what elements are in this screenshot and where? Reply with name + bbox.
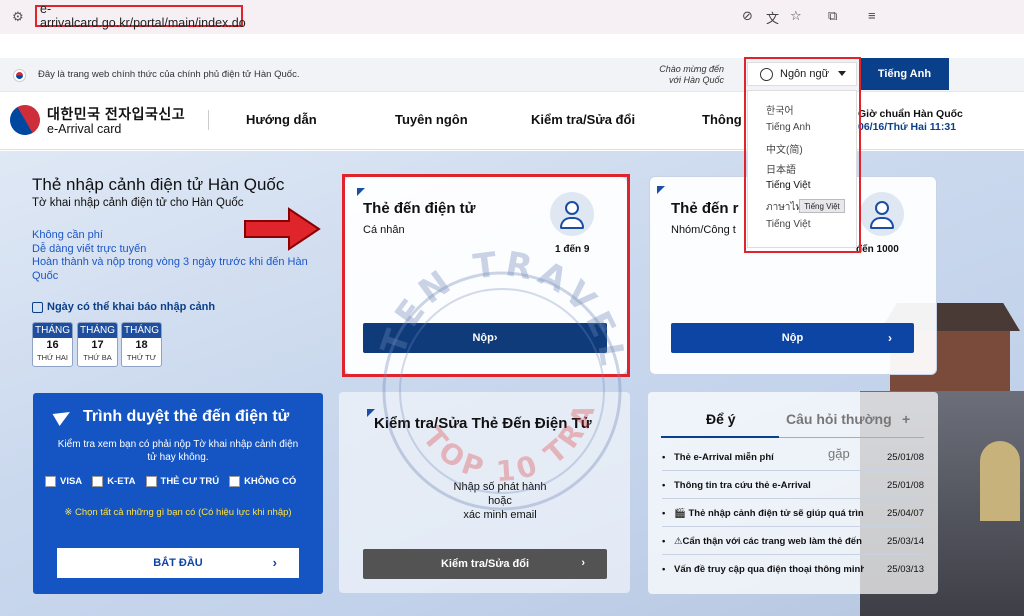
notice-item[interactable]: • ⚠Cẩn thận với các trang web làm thẻ đến… <box>662 536 924 550</box>
tab-divider <box>779 437 924 438</box>
group-card-title: Thẻ đến r <box>671 200 739 217</box>
individual-count: 1 đến 9 <box>555 244 590 255</box>
welcome-text: Chào mừng đến với Hàn Quốc <box>659 64 724 85</box>
hero-title: Thẻ nhập cảnh điện tử Hàn Quốc <box>32 175 285 194</box>
checker-title: Trình duyệt thẻ đến điện tử <box>83 408 290 425</box>
checkbox[interactable] <box>92 476 104 487</box>
nav-guide[interactable]: Hướng dẫn <box>246 112 317 127</box>
check-modify-button[interactable]: Kiểm tra/Sửa đổi › <box>363 549 607 579</box>
date-chip: THÁNG 17 THỨ BA <box>77 322 118 367</box>
browser-toolbar: ⚙ e-arrivalcard.go.kr/portal/main/index.… <box>0 0 1024 34</box>
chevron-right-icon: › <box>581 557 585 569</box>
chevron-right-icon: › <box>272 555 277 570</box>
reading-list-icon[interactable]: ≡ <box>868 8 876 23</box>
notice-item[interactable]: • Thẻ e-Arrival miễn phí 25/01/08 <box>662 452 924 466</box>
notice-item[interactable]: • Vấn đề truy cập qua điện thoại thông mi… <box>662 564 924 578</box>
option-keta[interactable]: K-ETA <box>92 476 136 487</box>
submit-group-button[interactable]: Nộp › <box>671 323 914 353</box>
hero-subtitle: Tờ khai nhập cảnh điện tử cho Hàn Quốc <box>32 197 244 209</box>
chevron-right-icon: › <box>493 332 498 344</box>
korea-standard-time: Giờ chuẩn Hàn Quốc 06/16/Thứ Hai 11:31 <box>858 108 963 133</box>
logo-divider <box>208 110 209 130</box>
bookmark-star-icon[interactable]: ☆ <box>790 8 802 24</box>
calendar-icon <box>32 301 43 313</box>
group-icon <box>860 192 904 236</box>
group-count: đến 1000 <box>856 244 899 255</box>
nav-notice[interactable]: Thông <box>702 112 742 127</box>
start-button[interactable]: BẮT ĐẦU › <box>57 548 299 578</box>
point-deadline: Hoàn thành và nộp trong vòng 3 ngày trướ… <box>32 256 308 282</box>
checkbox[interactable] <box>145 476 157 487</box>
language-highlight-box <box>744 57 861 253</box>
group-card-subtitle: Nhóm/Công t <box>671 224 736 236</box>
official-notice: Đây là trang web chính thức của chính ph… <box>38 69 300 80</box>
no-camera-icon[interactable]: ⊘ <box>742 8 753 24</box>
logo-english-text[interactable]: e-Arrival card <box>47 122 121 136</box>
current-language-button[interactable]: Tiếng Anh <box>860 58 949 90</box>
date-chip: THÁNG 18 THỨ TƯ <box>121 322 162 367</box>
declaration-dates-label: Ngày có thể khai báo nhập cảnh <box>32 301 215 313</box>
korea-flag-icon <box>13 69 26 82</box>
tab-notice[interactable]: Để ý <box>706 411 736 427</box>
checker-options: VISA K-ETA THẺ CƯ TRÚ KHÔNG CÓ <box>45 476 296 487</box>
checkbox[interactable] <box>45 476 56 487</box>
modify-title: Kiểm tra/Sửa Thẻ Đến Điện Tử <box>374 415 592 432</box>
option-residence-card[interactable]: THẺ CƯ TRÚ <box>145 476 219 487</box>
option-none[interactable]: KHÔNG CÓ <box>229 476 296 487</box>
corner-mark <box>657 186 665 194</box>
date-chip: THÁNG 16 THỨ HAI <box>32 322 73 367</box>
faq-more-plus-icon[interactable]: + <box>902 411 910 427</box>
individual-card-title: Thẻ đến điện tử <box>363 200 476 217</box>
paper-plane-icon <box>52 405 74 427</box>
translate-icon[interactable]: 文 <box>766 8 779 27</box>
site-settings-icon[interactable]: ⚙ <box>12 9 28 25</box>
logo-korean-text[interactable]: 대한민국 전자입국신고 <box>47 104 185 124</box>
submit-individual-button[interactable]: Nộp › <box>363 323 607 353</box>
person-icon <box>550 192 594 236</box>
url-text: e-arrivalcard.go.kr/portal/main/index.do <box>40 2 246 30</box>
annotation-arrow-icon <box>244 207 321 251</box>
arrival-card-checker: Trình duyệt thẻ đến điện tử Kiểm tra xem… <box>33 393 323 594</box>
checkbox[interactable] <box>229 476 241 487</box>
notice-item[interactable]: • 🎬 Thẻ nhập cảnh điện tử sẽ giúp quá trì… <box>662 508 924 522</box>
corner-mark <box>357 188 365 196</box>
chevron-right-icon: › <box>888 331 892 345</box>
modify-instructions: Nhập số phát hành hoặc xác minh email <box>453 481 547 521</box>
checker-description: Kiểm tra xem bạn có phải nộp Tờ khai nhậ… <box>57 439 299 463</box>
individual-card-subtitle: Cá nhân <box>363 224 405 236</box>
nav-check-modify[interactable]: Kiểm tra/Sửa đổi <box>531 112 635 127</box>
notice-item[interactable]: • Thông tin tra cứu thẻ e-Arrival 25/01/08 <box>662 480 924 494</box>
tab-faq[interactable]: Câu hỏi thường <box>786 411 892 427</box>
active-tab-underline <box>661 436 779 438</box>
extensions-icon[interactable]: ⧉ <box>828 8 837 24</box>
option-visa[interactable]: VISA <box>45 476 82 487</box>
checker-note: ※ Chọn tất cả những gì bạn có (Có hiệu l… <box>64 507 292 518</box>
nav-declaration[interactable]: Tuyên ngôn <box>395 112 468 127</box>
address-bar[interactable]: e-arrivalcard.go.kr/portal/main/index.do <box>35 2 246 30</box>
